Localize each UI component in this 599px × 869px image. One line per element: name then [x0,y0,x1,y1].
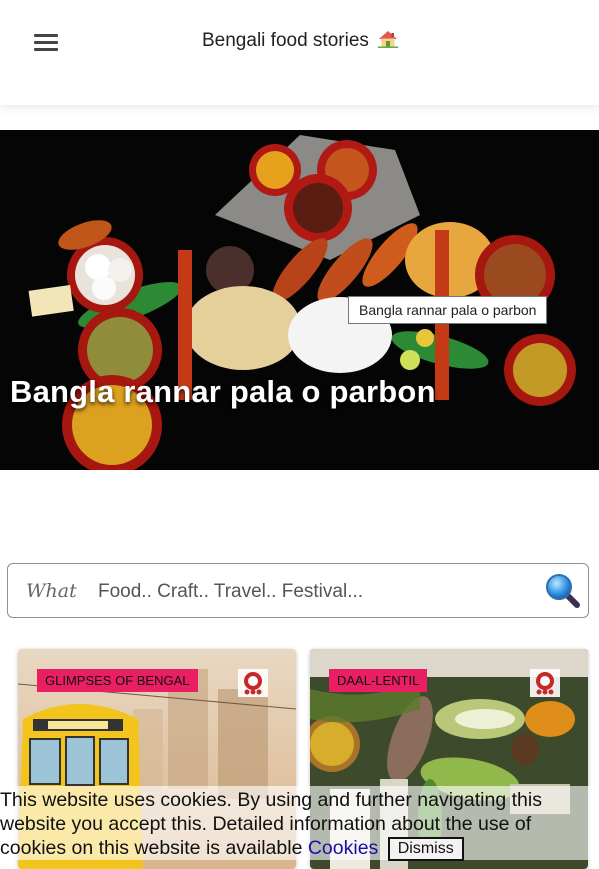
cookie-banner: This website uses cookies. By using and … [0,786,599,861]
site-header: Bengali food stories [0,0,599,105]
site-logo-badge-icon [238,669,268,697]
search-bar: What [7,563,589,618]
search-label: What [26,580,77,602]
site-title[interactable]: Bengali food stories [202,30,399,52]
hero-caption: Bangla rannar pala o parbon [10,374,436,409]
hero-banner[interactable]: Bangla rannar pala o parbon Bangla ranna… [0,130,599,470]
category-tag[interactable]: GLIMPSES OF BENGAL [37,669,198,692]
house-icon [378,31,399,48]
hero-tooltip: Bangla rannar pala o parbon [348,296,548,324]
hamburger-menu-icon[interactable] [34,32,60,52]
cookie-message: This website uses cookies. By using and … [0,788,580,861]
cookies-link[interactable]: Cookies [308,837,378,859]
magnifier-search-icon[interactable] [544,572,582,610]
site-logo-badge-icon [530,669,560,697]
dismiss-button[interactable]: Dismiss [387,837,464,861]
search-input[interactable] [96,574,540,610]
category-tag[interactable]: DAAL-LENTIL [329,669,428,692]
site-title-text: Bengali food stories [202,30,369,51]
